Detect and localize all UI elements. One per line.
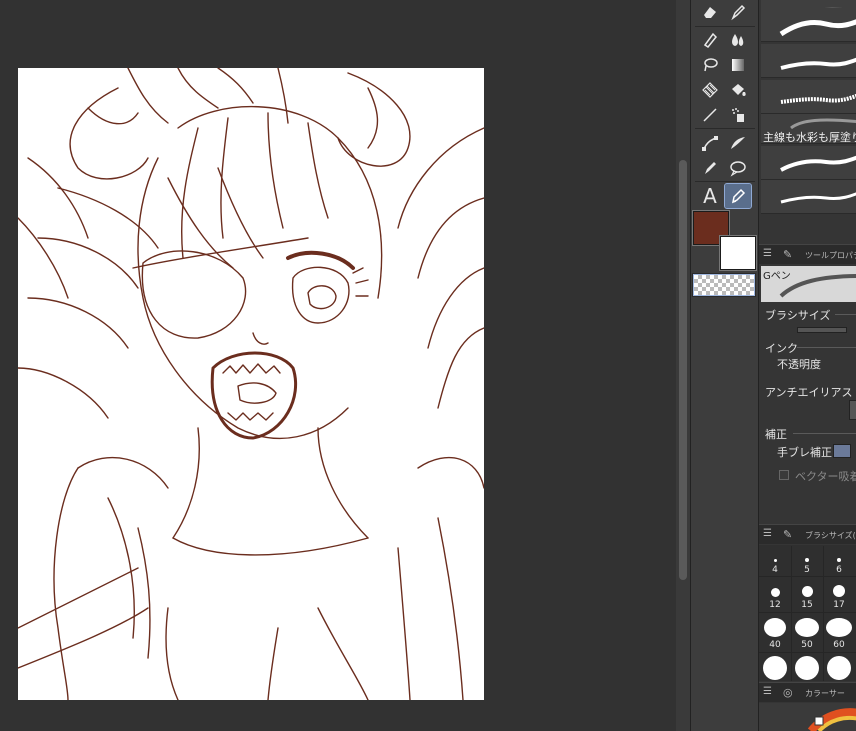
brush-size-slider[interactable] (797, 327, 847, 333)
transparent-color-swatch[interactable] (692, 273, 756, 297)
pen-tool-button[interactable] (725, 0, 751, 24)
brush-size-preset[interactable]: 15 (791, 578, 823, 612)
brush-tip-preview (779, 274, 856, 298)
color-wheel (807, 708, 856, 731)
line-art-sketch (18, 68, 484, 700)
decoration-tool-button[interactable] (725, 131, 751, 155)
brush-size-icon: ✎ (783, 528, 793, 541)
brush-size-preset[interactable]: 6 (823, 543, 855, 577)
sub-tool-brush-2[interactable] (761, 8, 856, 42)
fill-icon (702, 82, 718, 98)
brush-size-preset[interactable]: 5 (791, 543, 823, 577)
scrollbar-thumb[interactable] (679, 160, 687, 580)
line-tool-button[interactable] (697, 103, 723, 127)
menu-icon[interactable]: ☰ (763, 528, 772, 539)
sub-tool-brush-7[interactable] (761, 180, 856, 214)
lasso-tool-button[interactable] (697, 53, 723, 77)
brush-preview: Gペン (761, 266, 856, 302)
gradient-icon (732, 59, 744, 71)
color-circle-icon: ◎ (783, 686, 793, 699)
stabilization-slider[interactable] (833, 444, 851, 458)
g-pen-tool-button[interactable] (724, 183, 752, 209)
color-circle-area[interactable] (759, 703, 856, 731)
vector-snap-label: ベクター吸着 (795, 470, 856, 483)
vertical-scrollbar[interactable] (676, 0, 690, 731)
sub-tool-brush-4[interactable] (761, 80, 856, 114)
brush-size-preset[interactable] (763, 656, 787, 680)
sub-tool-brush-5[interactable]: 主線も水彩も厚塗りも (761, 114, 856, 144)
brush-size-preset[interactable]: 50 (791, 618, 823, 652)
balloon-icon (730, 161, 746, 177)
brush-size-preset[interactable]: 17 (823, 578, 855, 612)
antialias-label: アンチエイリアス (765, 386, 853, 399)
brush-size-preset[interactable]: 4 (759, 543, 791, 577)
sub-tool-brush-3[interactable] (761, 44, 856, 78)
vector-tool-button[interactable] (697, 131, 723, 155)
eraser-tool-button[interactable] (697, 0, 723, 24)
menu-icon[interactable]: ☰ (763, 686, 772, 697)
airbrush-icon (732, 108, 744, 122)
panel-title: カラーサー (805, 689, 845, 698)
blend-icon (732, 34, 744, 46)
drawing-canvas[interactable] (18, 68, 484, 700)
g-pen-icon (731, 188, 746, 204)
correction-label: 補正 (765, 428, 787, 441)
brush-size-label: ブラシサイズ (765, 309, 831, 322)
brush-stroke-preview (780, 57, 856, 70)
brush-size-preset[interactable]: 40 (759, 618, 791, 652)
balloon-tool-button[interactable] (725, 156, 751, 180)
airbrush-tool-button[interactable] (725, 103, 751, 127)
brush-size-preset[interactable]: 12 (759, 578, 791, 612)
vector-icon (702, 136, 718, 151)
text-icon: A (703, 184, 717, 208)
tool-palette: A (690, 0, 758, 731)
ink-label: インク (765, 342, 798, 355)
correct-line-tool-button[interactable] (697, 156, 723, 180)
brush-size-preset[interactable] (795, 656, 819, 680)
brush-stroke-preview (780, 93, 856, 104)
line-icon (703, 108, 717, 122)
pencil-icon (703, 32, 718, 49)
brush-size-panel-header[interactable]: ☰ ✎ ブラシサイズ(C (759, 524, 856, 544)
brush-size-preset[interactable]: 60 (823, 618, 855, 652)
gradient-tool-button[interactable] (725, 53, 751, 77)
color-circle-panel-header[interactable]: ☰ ◎ カラーサー (759, 682, 856, 702)
eraser-icon (704, 7, 716, 18)
brush-stroke-preview (779, 19, 856, 37)
brush-icon: ✎ (783, 248, 793, 261)
sub-color-swatch[interactable] (719, 235, 757, 271)
stabilization-label: 手ブレ補正 (777, 446, 832, 459)
decoration-icon (731, 137, 745, 149)
menu-icon[interactable]: ☰ (763, 248, 772, 259)
lasso-icon (704, 58, 718, 72)
pencil-tool-button[interactable] (697, 28, 723, 52)
canvas-workspace[interactable] (0, 0, 676, 731)
fill-tool-button[interactable] (697, 78, 723, 102)
pen-icon (731, 4, 746, 21)
brush-stroke-preview (780, 192, 856, 204)
vector-snap-checkbox[interactable] (779, 470, 789, 480)
right-panel: 主線も水彩も厚塗りも ☰ ✎ ツールプロパティ Gペン ブラシサイズ インク 不… (758, 0, 856, 731)
bucket-tool-button[interactable] (725, 78, 751, 102)
sub-tool-label: 主線も水彩も厚塗りも (763, 131, 856, 144)
blend-tool-button[interactable] (725, 28, 751, 52)
correct-line-icon (705, 162, 716, 174)
tool-property-header[interactable]: ☰ ✎ ツールプロパティ (759, 244, 856, 264)
text-tool-button[interactable]: A (697, 184, 723, 208)
panel-title: ブラシサイズ(C (805, 531, 856, 540)
brush-stroke-preview (780, 155, 856, 172)
antialias-selector[interactable] (849, 400, 856, 420)
bucket-icon (732, 84, 746, 96)
brush-size-preset[interactable] (827, 656, 851, 680)
opacity-label: 不透明度 (777, 358, 821, 371)
panel-title: ツールプロパティ (805, 251, 856, 260)
sub-tool-brush-6[interactable] (761, 146, 856, 180)
